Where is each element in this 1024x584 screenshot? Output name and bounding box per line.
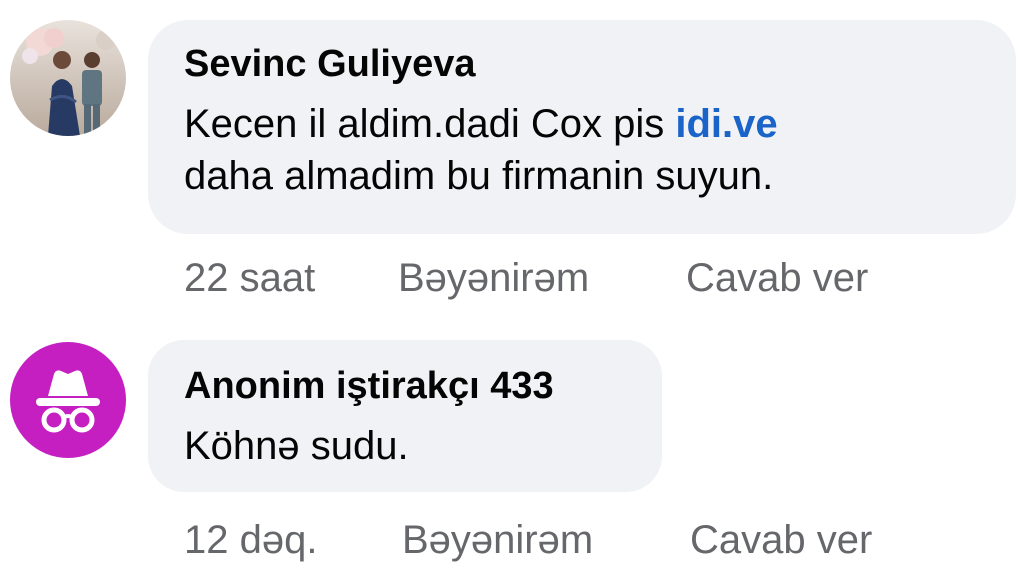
comment-item: Anonim iştirakçı 433 Köhnə sudu. 12 dəq.… [0, 320, 1024, 584]
comment-actions: 12 dəq. Bəyənirəm Cavab ver [184, 516, 984, 564]
comment-timestamp[interactable]: 22 saat [184, 254, 315, 302]
profile-photo-icon [10, 20, 126, 136]
comment-text: Köhnə sudu. [184, 424, 409, 468]
comment-author[interactable]: Anonim iştirakçı 433 [184, 364, 662, 408]
comment-author[interactable]: Sevinc Guliyeva [184, 42, 1016, 86]
comment-bubble: Anonim iştirakçı 433 Köhnə sudu. [148, 340, 662, 492]
incognito-icon [36, 370, 100, 433]
comment-actions: 22 saat Bəyənirəm Cavab ver [184, 254, 984, 302]
comment-bubble: Sevinc Guliyeva Kecen il aldim.dadi Cox … [148, 20, 1016, 234]
comment-text: Kecen il aldim.dadi Cox pis idi.ve [184, 98, 1016, 150]
like-button[interactable]: Bəyənirəm [398, 254, 589, 302]
anonymous-avatar[interactable] [10, 342, 126, 458]
reply-button[interactable]: Cavab ver [686, 254, 868, 302]
comment-link[interactable]: idi.ve [675, 102, 777, 146]
user-avatar[interactable] [10, 20, 126, 136]
comment-item: Sevinc Guliyeva Kecen il aldim.dadi Cox … [0, 0, 1024, 320]
like-button[interactable]: Bəyənirəm [402, 516, 593, 564]
comment-text-part: Kecen il aldim.dadi Cox pis [184, 102, 676, 146]
comment-text-line: daha almadim bu firmanin suyun. [184, 154, 774, 198]
reply-button[interactable]: Cavab ver [690, 516, 872, 564]
comment-timestamp[interactable]: 12 dəq. [184, 516, 317, 564]
